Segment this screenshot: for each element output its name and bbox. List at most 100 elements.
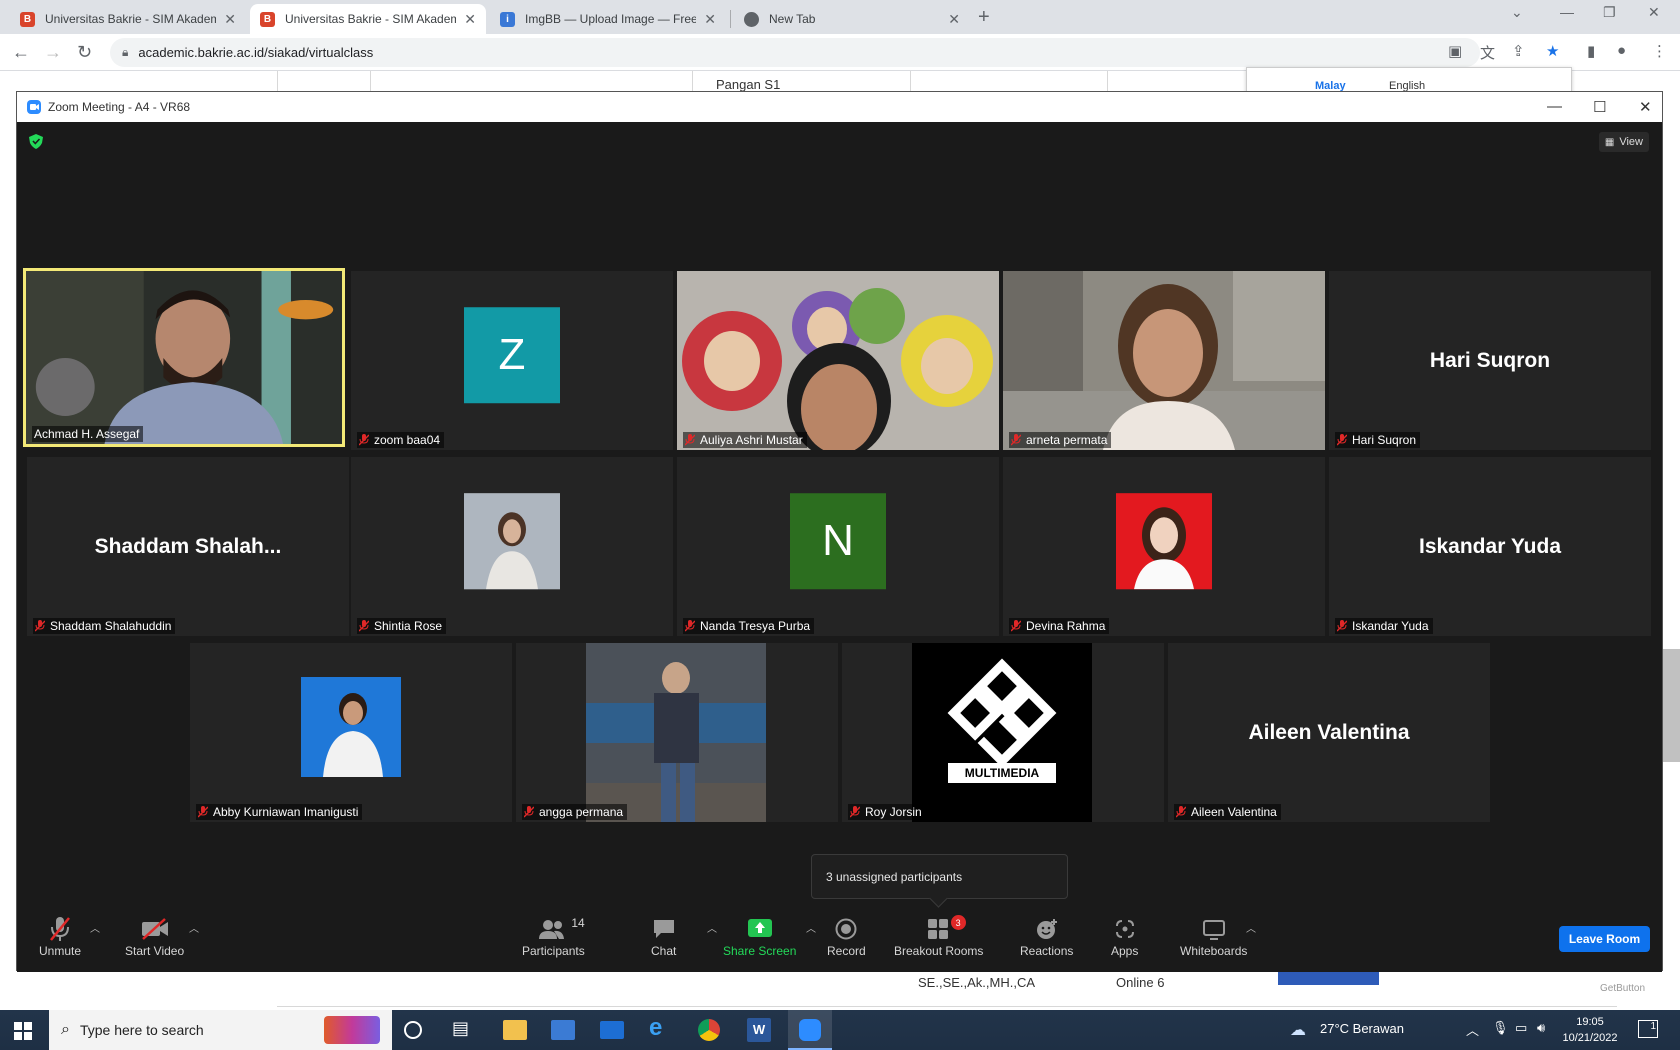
microsoft-store-icon[interactable]: [551, 1020, 575, 1040]
whiteboards-options-caret-icon[interactable]: ︿: [1246, 920, 1256, 935]
notification-center-icon[interactable]: 1: [1638, 1020, 1658, 1038]
share-icon[interactable]: ⇪: [1512, 42, 1525, 60]
participant-tile-hari[interactable]: Hari Suqron Hari Suqron: [1329, 271, 1651, 450]
windows-start-icon[interactable]: [14, 1022, 32, 1040]
record-button[interactable]: Record: [827, 914, 866, 958]
minimize-window-icon[interactable]: —: [1560, 4, 1574, 20]
close-window-icon[interactable]: ✕: [1648, 4, 1660, 21]
record-label: Record: [827, 944, 866, 958]
participant-tile-arneta[interactable]: arneta permata: [1003, 271, 1325, 450]
participant-tile-shintia[interactable]: Shintia Rose: [351, 457, 673, 636]
apps-button[interactable]: Apps: [1111, 914, 1138, 958]
participant-tile-roy[interactable]: MULTIMEDIA Roy Jorsin: [842, 643, 1164, 822]
leave-room-button[interactable]: Leave Room: [1559, 926, 1650, 952]
tab-search-icon[interactable]: ⌄: [1511, 4, 1523, 21]
back-arrow-icon[interactable]: ←: [12, 42, 30, 63]
breakout-rooms-button[interactable]: 3 Breakout Rooms: [894, 914, 983, 958]
participants-count: 14: [571, 916, 585, 930]
menu-kebab-icon[interactable]: ⋮: [1652, 42, 1667, 60]
unmute-button[interactable]: Unmute: [39, 914, 81, 958]
encryption-shield-icon[interactable]: [29, 134, 43, 149]
word-icon[interactable]: W: [747, 1018, 771, 1042]
breakout-rooms-label: Breakout Rooms: [894, 944, 984, 958]
participant-display-name: Shaddam Shalah...: [94, 534, 282, 558]
view-label: View: [1619, 136, 1643, 148]
network-icon[interactable]: ▭: [1515, 1020, 1527, 1036]
table-grid-line: [277, 71, 278, 91]
chat-button[interactable]: Chat: [651, 914, 676, 958]
close-tab-icon[interactable]: ✕: [224, 11, 236, 28]
volume-icon[interactable]: 🔊︎: [1537, 1020, 1545, 1036]
participant-tile-shaddam[interactable]: Shaddam Shalah... Shaddam Shalahuddin: [27, 457, 349, 636]
browser-tab-4[interactable]: New Tab ✕: [734, 4, 970, 34]
view-layout-button[interactable]: ▦ View: [1598, 132, 1649, 152]
participants-button[interactable]: 14 Participants: [522, 914, 585, 958]
logo-wordmark: MULTIMEDIA: [948, 763, 1056, 783]
page-action-button[interactable]: [1278, 971, 1379, 985]
bookmark-star-icon[interactable]: ★: [1546, 42, 1559, 60]
participant-tile-devina[interactable]: Devina Rahma: [1003, 457, 1325, 636]
participant-display-name: Aileen Valentina: [1248, 720, 1410, 744]
participant-tile-auliya[interactable]: Auliya Ashri Mustar: [677, 271, 999, 450]
zoom-maximize-icon[interactable]: ☐: [1593, 98, 1606, 116]
zoom-minimize-icon[interactable]: —: [1547, 98, 1562, 115]
restore-window-icon[interactable]: ❐: [1603, 4, 1616, 21]
hidden-icons-chevron-icon[interactable]: ︿: [1466, 1020, 1479, 1039]
page-scrollbar-thumb[interactable]: [1663, 649, 1680, 762]
muted-mic-icon: [198, 806, 208, 818]
translate-popup[interactable]: Malay English: [1246, 67, 1572, 93]
participants-label: Participants: [522, 944, 585, 958]
participant-tile-nanda[interactable]: N Nanda Tresya Purba: [677, 457, 999, 636]
mail-icon[interactable]: [600, 1021, 624, 1039]
edge-legacy-icon[interactable]: e: [649, 1014, 673, 1041]
participant-name: Devina Rahma: [1026, 619, 1106, 633]
zoom-close-icon[interactable]: ✕: [1639, 98, 1652, 116]
system-clock[interactable]: 19:05 10/21/2022: [1560, 1014, 1620, 1046]
lens-icon[interactable]: ▣: [1448, 42, 1462, 60]
participant-name: Roy Jorsin: [865, 805, 922, 819]
video-off-icon: [141, 918, 168, 940]
side-panel-icon[interactable]: ▮: [1587, 42, 1595, 60]
chrome-icon[interactable]: [698, 1019, 720, 1041]
address-bar[interactable]: 🔒︎ academic.bakrie.ac.id/siakad/virtualc…: [110, 38, 1480, 67]
unassigned-participants-popover[interactable]: 3 unassigned participants: [811, 854, 1068, 899]
share-options-caret-icon[interactable]: ︿: [806, 920, 816, 935]
share-screen-button[interactable]: Share Screen: [723, 914, 796, 958]
audio-options-caret-icon[interactable]: ︿: [90, 920, 100, 935]
translate-icon[interactable]: 文: [1480, 42, 1495, 63]
participant-tile-achmad[interactable]: Achmad H. Assegaf: [23, 268, 345, 447]
participant-tile-angga[interactable]: angga permana: [516, 643, 838, 822]
participant-name: Abby Kurniawan Imanigusti: [213, 805, 359, 819]
participant-tile-aileen[interactable]: Aileen Valentina Aileen Valentina: [1168, 643, 1490, 822]
reload-icon[interactable]: ↻: [77, 42, 92, 63]
participant-tile-zoom-baa04[interactable]: Z zoom baa04: [351, 271, 673, 450]
close-tab-icon[interactable]: ✕: [948, 11, 960, 28]
video-options-caret-icon[interactable]: ︿: [189, 920, 199, 935]
browser-tab-3[interactable]: i ImgBB — Upload Image — Free ✕: [490, 4, 726, 34]
file-explorer-icon[interactable]: [503, 1020, 527, 1040]
zoom-taskbar-button[interactable]: [788, 1010, 832, 1050]
chat-icon-wrap: [652, 914, 676, 944]
cortana-icon[interactable]: [404, 1021, 422, 1039]
close-tab-icon[interactable]: ✕: [464, 11, 476, 28]
profile-avatar-icon[interactable]: ●: [1617, 42, 1626, 59]
start-video-button[interactable]: Start Video: [125, 914, 184, 958]
whiteboards-button[interactable]: Whiteboards: [1180, 914, 1247, 958]
muted-mic-icon: [1011, 434, 1021, 446]
participant-tile-abby[interactable]: Abby Kurniawan Imanigusti: [190, 643, 512, 822]
weather-text[interactable]: 27°C Berawan: [1320, 1021, 1404, 1036]
participant-tile-iskandar[interactable]: Iskandar Yuda Iskandar Yuda: [1329, 457, 1651, 636]
url-text: academic.bakrie.ac.id/siakad/virtualclas…: [138, 45, 374, 60]
reactions-button[interactable]: Reactions: [1020, 914, 1073, 958]
chat-options-caret-icon[interactable]: ︿: [707, 920, 717, 935]
task-view-icon[interactable]: ▤: [452, 1018, 476, 1042]
browser-tab-1[interactable]: B Universitas Bakrie - SIM Akadem ✕: [10, 4, 246, 34]
university-favicon-icon: B: [260, 11, 275, 27]
microphone-tray-icon[interactable]: 🎙︎: [1492, 1020, 1509, 1036]
browser-tab-2[interactable]: B Universitas Bakrie - SIM Akadem ✕: [250, 4, 486, 34]
taskbar-search-box[interactable]: ⌕ Type here to search: [49, 1010, 392, 1050]
tab-title: ImgBB — Upload Image — Free: [525, 12, 697, 26]
close-tab-icon[interactable]: ✕: [704, 11, 716, 28]
new-tab-button[interactable]: +: [978, 6, 990, 29]
forward-arrow-icon[interactable]: →: [44, 42, 62, 63]
